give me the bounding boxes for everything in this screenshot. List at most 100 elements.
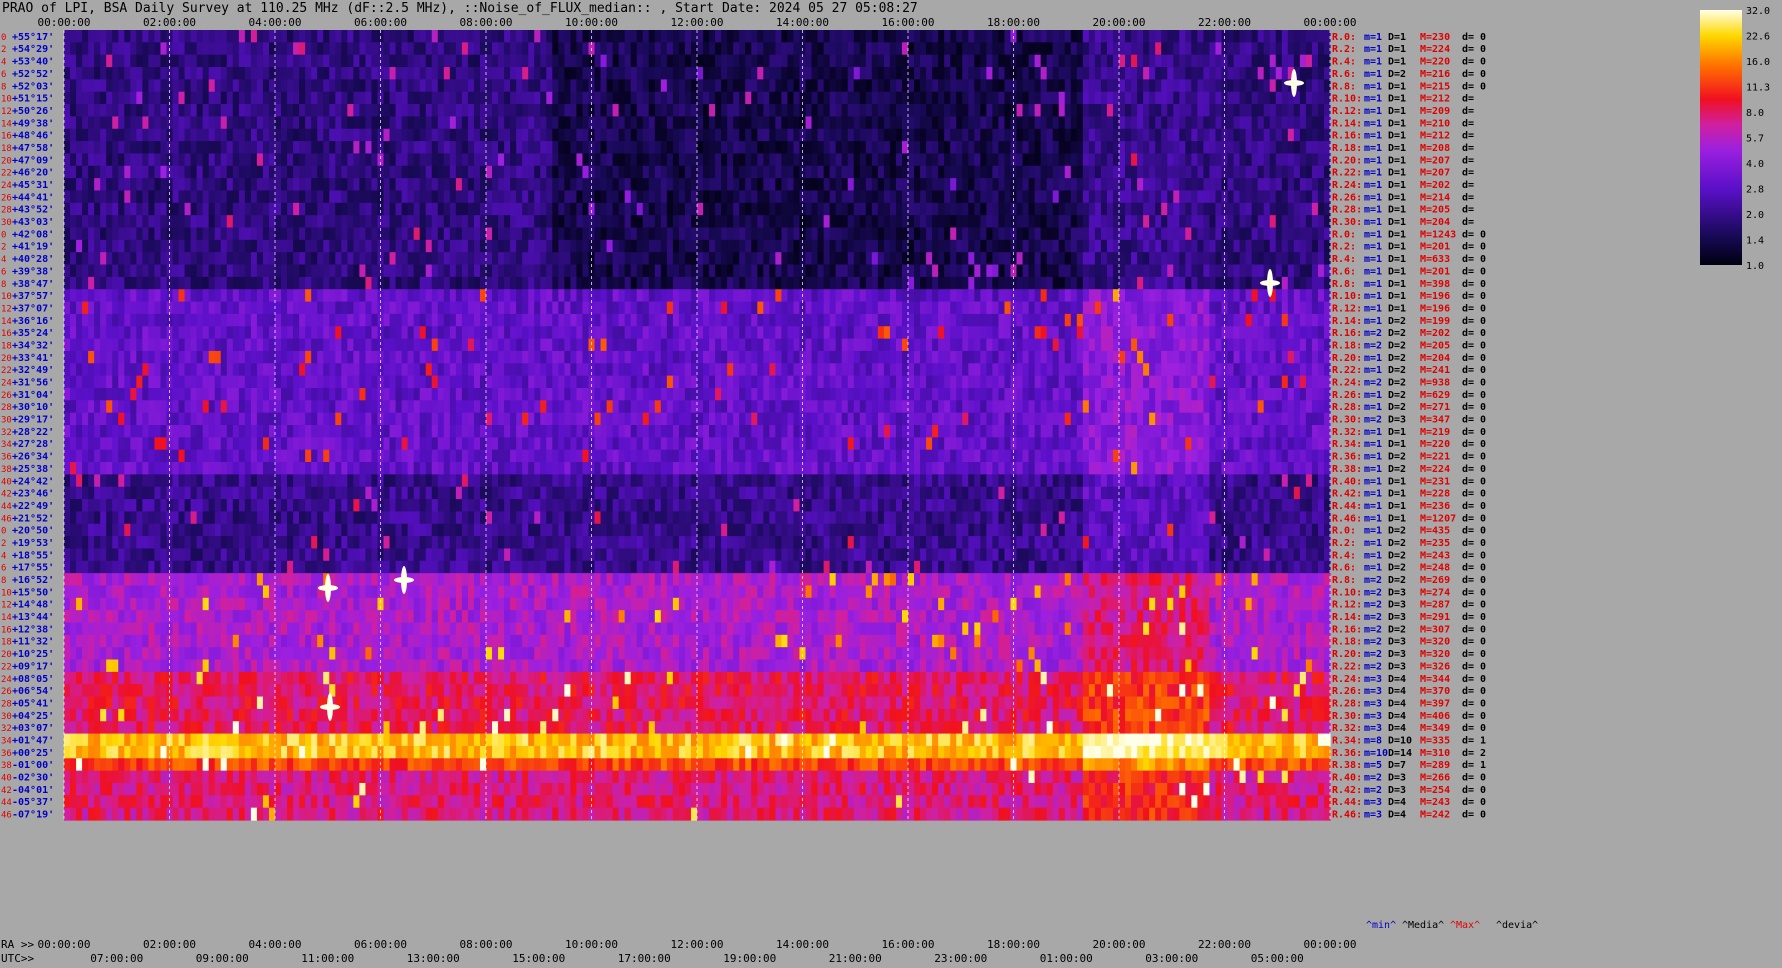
stats-min: m=1	[1364, 513, 1382, 524]
stats-median: D=1	[1388, 94, 1406, 105]
stats-min: m=1	[1364, 192, 1382, 203]
stats-max: M=266	[1420, 773, 1450, 784]
stats-deviation: d= 0	[1462, 464, 1486, 475]
dec-label: +29°17'	[12, 415, 54, 426]
stats-row-label: R.34:	[1332, 735, 1362, 746]
stats-max: M=241	[1420, 365, 1450, 376]
stats-median: D=3	[1388, 773, 1406, 784]
row-index-label: 10	[1, 292, 12, 302]
stats-median: D=2	[1388, 378, 1406, 389]
stats-min: m=1	[1364, 427, 1382, 438]
stats-deviation: d= 0	[1462, 340, 1486, 351]
stats-median: D=4	[1388, 686, 1406, 697]
stats-median: D=1	[1388, 229, 1406, 240]
stats-row-label: R.28:	[1332, 205, 1362, 216]
stats-deviation: d= 0	[1462, 378, 1486, 389]
utc-tick: 19:00:00	[723, 952, 776, 965]
stats-max: M=274	[1420, 587, 1450, 598]
stats-footer-label: ^min^	[1366, 920, 1396, 931]
stats-max: M=219	[1420, 427, 1450, 438]
row-index-label: 26	[1, 687, 12, 697]
stats-min: m=2	[1364, 378, 1382, 389]
ra-tick-bottom: 18:00:00	[987, 938, 1040, 951]
colorbar-tick: 5.7	[1746, 134, 1764, 145]
row-index-label: 24	[1, 675, 12, 685]
stats-median: D=1	[1388, 192, 1406, 203]
stats-median: D=1	[1388, 476, 1406, 487]
stats-max: M=212	[1420, 94, 1450, 105]
colorbar-tick: 11.3	[1746, 83, 1770, 94]
stats-median: D=4	[1388, 698, 1406, 709]
bright-source	[1267, 269, 1273, 297]
row-index-label: 30	[1, 416, 12, 426]
stats-median: D=1	[1388, 427, 1406, 438]
stats-median: D=1	[1388, 81, 1406, 92]
ra-tick-top: 12:00:00	[671, 16, 724, 29]
stats-deviation: d= 0	[1462, 550, 1486, 561]
utc-tick: 13:00:00	[407, 952, 460, 965]
dec-label: +54°29'	[12, 44, 54, 55]
stats-max: M=406	[1420, 711, 1450, 722]
row-index-label: 0	[1, 230, 6, 240]
stats-min: m=1	[1364, 439, 1382, 450]
dec-label: +44°41'	[12, 192, 54, 203]
stats-row-label: R.46:	[1332, 810, 1362, 821]
stats-median: D=3	[1388, 661, 1406, 672]
row-index-label: 4	[1, 58, 6, 68]
stats-max: M=202	[1420, 328, 1450, 339]
bright-source	[325, 574, 331, 602]
stats-min: m=1	[1364, 266, 1382, 277]
ra-tick-bottom: 06:00:00	[354, 938, 407, 951]
dec-label: +40°28'	[12, 254, 54, 265]
dec-label: +12°38'	[12, 624, 54, 635]
ra-tick-bottom: 02:00:00	[143, 938, 196, 951]
row-index-label: 46	[1, 811, 12, 821]
stats-deviation: d= 0	[1462, 402, 1486, 413]
stats-max: M=207	[1420, 168, 1450, 179]
stats-deviation: d= 0	[1462, 686, 1486, 697]
stats-max: M=349	[1420, 723, 1450, 734]
dec-label: +16°52'	[12, 575, 54, 586]
stats-max: M=204	[1420, 353, 1450, 364]
stats-deviation: d=	[1462, 143, 1474, 154]
stats-row-label: R.2:	[1332, 538, 1356, 549]
colorbar-tick: 1.4	[1746, 236, 1764, 247]
dec-label: +45°31'	[12, 180, 54, 191]
stats-max: M=248	[1420, 563, 1450, 574]
stats-max: M=269	[1420, 575, 1450, 586]
row-index-label: 30	[1, 712, 12, 722]
utc-tick: 09:00:00	[196, 952, 249, 965]
dec-label: -05°37'	[12, 797, 54, 808]
stats-median: D=2	[1388, 563, 1406, 574]
bright-source	[327, 693, 333, 721]
stats-deviation: d= 0	[1462, 427, 1486, 438]
ra-tick-bottom: 10:00:00	[565, 938, 618, 951]
dec-label: +37°07'	[12, 303, 54, 314]
stats-row-label: R.0:	[1332, 526, 1356, 537]
dec-label: -02°30'	[12, 773, 54, 784]
dec-label: +17°55'	[12, 563, 54, 574]
row-index-label: 26	[1, 193, 12, 203]
stats-deviation: d= 0	[1462, 711, 1486, 722]
row-index-label: 28	[1, 403, 12, 413]
stats-min: m=2	[1364, 587, 1382, 598]
stats-median: D=4	[1388, 797, 1406, 808]
stats-deviation: d= 0	[1462, 279, 1486, 290]
row-index-label: 18	[1, 341, 12, 351]
stats-min: m=1	[1364, 489, 1382, 500]
ra-tick-bottom: 00:00:00	[38, 938, 91, 951]
row-index-label: 10	[1, 95, 12, 105]
stats-median: D=2	[1388, 365, 1406, 376]
stats-median: D=1	[1388, 439, 1406, 450]
bright-source	[1291, 69, 1297, 97]
stats-row-label: R.10:	[1332, 587, 1362, 598]
stats-deviation: d= 0	[1462, 661, 1486, 672]
dec-label: +51°15'	[12, 94, 54, 105]
ra-tick-bottom: 16:00:00	[882, 938, 935, 951]
stats-min: m=1	[1364, 390, 1382, 401]
stats-deviation: d= 0	[1462, 637, 1486, 648]
stats-row-label: R.0:	[1332, 229, 1356, 240]
dec-label: +27°28'	[12, 439, 54, 450]
stats-median: D=2	[1388, 353, 1406, 364]
stats-deviation: d=	[1462, 168, 1474, 179]
